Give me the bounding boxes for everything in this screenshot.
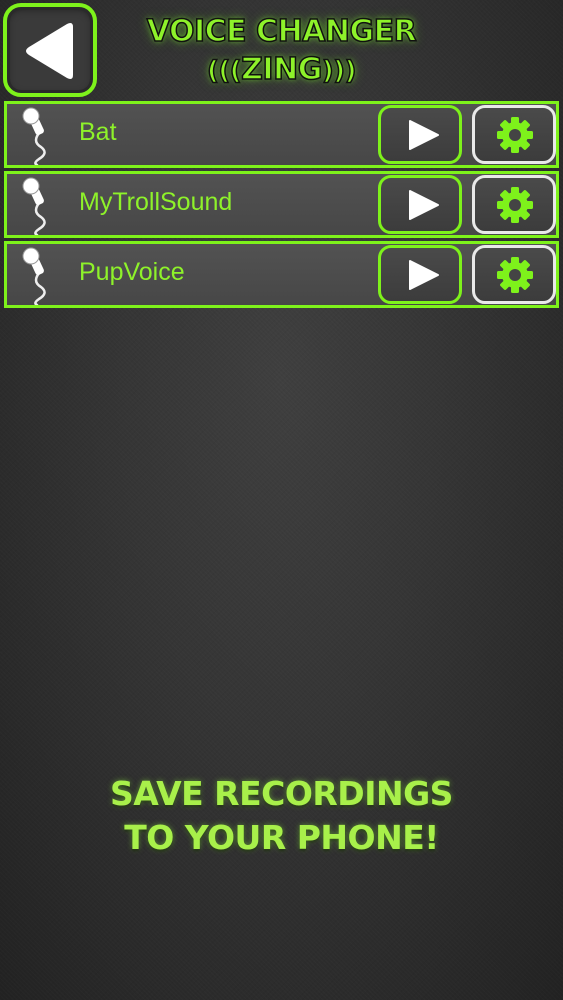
back-triangle-icon (26, 23, 73, 79)
settings-button[interactable] (472, 175, 556, 234)
microphone-icon (22, 177, 46, 235)
microphone-icon (22, 107, 46, 165)
sound-waves-right-icon: ))) (321, 55, 357, 87)
app-title-line1: VOICE CHANGER (146, 13, 417, 50)
play-icon (409, 120, 439, 150)
recording-row: PupVoice (4, 241, 559, 308)
app-title-word: ZING (240, 51, 323, 88)
recording-row: Bat (4, 101, 559, 168)
play-icon (409, 260, 439, 290)
back-button[interactable] (3, 3, 97, 97)
app-title-line2: (((ZING))) (100, 51, 463, 88)
microphone-icon (22, 247, 46, 305)
settings-button[interactable] (472, 105, 556, 164)
recordings-list: Bat MyTrollSound PupVoice (4, 101, 559, 311)
play-icon (409, 190, 439, 220)
promo-text-line1: SAVE RECORDINGS (110, 774, 453, 813)
play-button[interactable] (378, 105, 462, 164)
recording-row: MyTrollSound (4, 171, 559, 238)
gear-icon (497, 187, 533, 223)
gear-icon (497, 257, 533, 293)
sound-waves-left-icon: ((( (206, 55, 242, 87)
settings-button[interactable] (472, 245, 556, 304)
recording-name: PupVoice (79, 258, 185, 286)
gear-icon (497, 117, 533, 153)
promo-text-line2: TO YOUR PHONE! (124, 818, 439, 857)
play-button[interactable] (378, 175, 462, 234)
recording-name: MyTrollSound (79, 188, 233, 216)
play-button[interactable] (378, 245, 462, 304)
recording-name: Bat (79, 118, 117, 146)
